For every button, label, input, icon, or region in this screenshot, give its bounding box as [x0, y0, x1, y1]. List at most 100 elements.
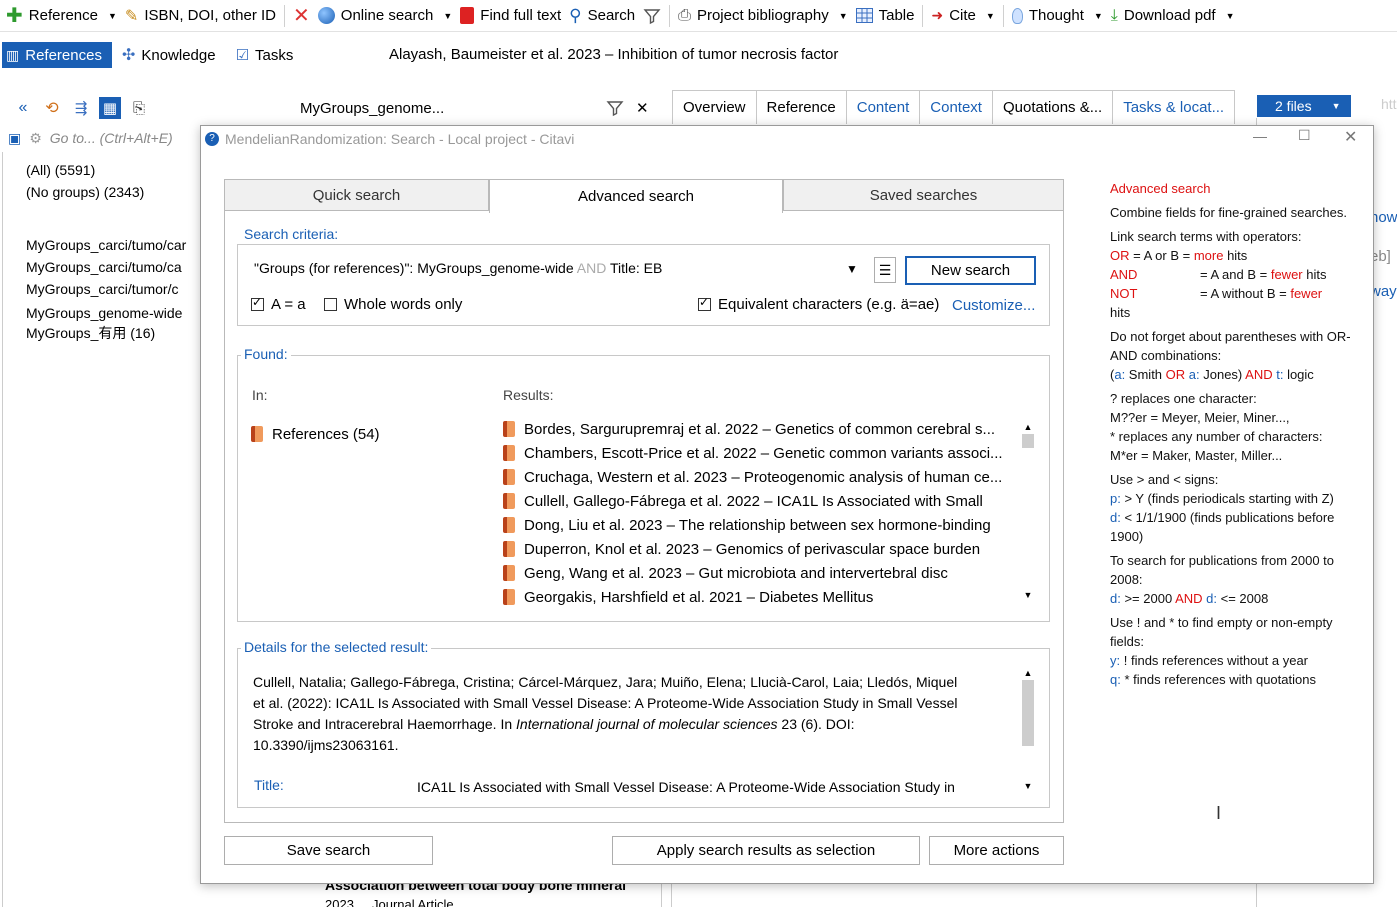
isbn-doi-button[interactable]: ✎ ISBN, DOI, other ID	[121, 2, 280, 30]
chevron-down-icon: ▼	[1331, 101, 1341, 111]
result-row[interactable]: Bordes, Sarguruprem­raj et al. 2022 – Ge…	[503, 417, 1015, 441]
toolbar-separator	[1002, 4, 1004, 27]
chevron-down-icon[interactable]: ▼	[846, 262, 858, 276]
table-icon	[855, 8, 873, 23]
goto-field[interactable]: ▣ ⚙ Go to... (Ctrl+Alt+E)	[8, 127, 200, 149]
export-icon[interactable]: ⎘	[128, 97, 150, 119]
help-title: Advanced search	[1110, 181, 1211, 196]
apply-results-button[interactable]: Apply search results as selection	[612, 836, 920, 865]
tab-saved-searches[interactable]: Saved searches	[783, 179, 1064, 211]
tab-quotations[interactable]: Quotations &...	[991, 90, 1114, 124]
result-row[interactable]: Geng, Wang et al. 2023 – Gut microbiota …	[503, 561, 1015, 585]
menu-icon[interactable]: ☰	[874, 257, 896, 283]
group-item[interactable]: MyGroups_carci/tumo/car	[26, 234, 200, 256]
chevron-down-icon[interactable]: ▼	[1021, 781, 1035, 791]
checkbox-checked[interactable]	[251, 295, 264, 311]
chevron-down-icon: ▼	[985, 10, 995, 21]
scroll-thumb[interactable]	[1022, 434, 1034, 448]
case-checkbox[interactable]: A = a	[251, 295, 306, 313]
whole-words-checkbox[interactable]: Whole words only	[324, 296, 462, 313]
tab-content[interactable]: Content	[845, 90, 921, 124]
equivalent-chars-checkbox[interactable]: Equivalent characters (e.g. ä=ae)	[698, 295, 939, 313]
tab-advanced-search[interactable]: Advanced search	[489, 179, 783, 213]
books-icon: ▥	[6, 46, 20, 63]
find-full-text-button[interactable]: Find full text	[456, 2, 565, 30]
more-actions-button[interactable]: More actions	[929, 836, 1064, 865]
save-search-button[interactable]: Save search	[224, 836, 433, 865]
customize-link[interactable]: Customize...	[952, 297, 1035, 314]
groups-view-icon[interactable]: ▦	[99, 97, 121, 119]
in-references-item[interactable]: References (54)	[251, 422, 380, 446]
group-item[interactable]: MyGroups_genome-wide	[26, 302, 200, 324]
checkbox-unchecked[interactable]	[324, 298, 337, 311]
search-button[interactable]: ⚲ Search	[565, 2, 639, 30]
table-button[interactable]: Table	[852, 2, 919, 30]
group-item[interactable]: (No groups) (2343)	[26, 181, 200, 203]
checkbox-checked[interactable]	[698, 295, 711, 311]
result-row[interactable]: Cruchaga, Western et al. 2023 – Proteoge…	[503, 465, 1015, 489]
chevron-down-icon: ▼	[838, 10, 848, 21]
nav-references[interactable]: ▥ References	[2, 42, 112, 68]
results-scrollbar[interactable]: ▲ ▼	[1021, 422, 1035, 602]
nav-tasks[interactable]: ☑ Tasks	[232, 42, 304, 68]
results-header: Results:	[503, 387, 554, 403]
filter-icon[interactable]	[606, 99, 624, 117]
chevron-up-icon[interactable]: ▲	[1021, 422, 1035, 432]
categories-icon: ▣	[8, 129, 22, 146]
filter-button[interactable]	[639, 2, 665, 30]
cite-button[interactable]: ➜ Cite ▼	[927, 2, 998, 30]
close-icon-button[interactable]: ✕	[289, 2, 314, 30]
knowledge-icon: ✣	[121, 47, 136, 64]
group-item[interactable]: (All) (5591)	[26, 159, 200, 181]
maximize-icon[interactable]: ☐	[1298, 127, 1311, 144]
toolbar-separator	[284, 4, 286, 27]
project-bibliography-button[interactable]: ⎙ Project bibliography ▼	[674, 2, 851, 30]
globe-icon	[317, 7, 335, 24]
thought-button[interactable]: Thought ▼	[1008, 2, 1107, 30]
pdf-icon	[460, 7, 475, 24]
tab-context[interactable]: Context	[919, 90, 993, 124]
cite-icon: ➜	[931, 7, 944, 23]
minimize-icon[interactable]: —	[1253, 128, 1267, 144]
group-item[interactable]: MyGroups_carci/tumo/ca	[26, 256, 200, 278]
result-row[interactable]: Georgakis, Harshfield et al. 2021 – Diab…	[503, 585, 1015, 609]
clear-filter-icon[interactable]: ✕	[636, 99, 649, 117]
result-row[interactable]: Chambers, Escott-Price et al. 2022 – Gen…	[503, 441, 1015, 465]
result-row[interactable]: Duperron, Knol et al. 2023 – Genomics of…	[503, 537, 1015, 561]
result-row[interactable]: Dong, Liu et al. 2023 – The relationship…	[503, 513, 1015, 537]
chevron-down-icon: ▼	[1225, 10, 1235, 21]
panel-divider	[671, 884, 672, 907]
toolbar-separator	[669, 4, 671, 27]
tab-reference[interactable]: Reference	[755, 90, 847, 124]
details-scrollbar[interactable]: ▲ ▼	[1021, 668, 1035, 793]
details-title-label: Title:	[254, 777, 284, 793]
results-list: Bordes, Sarguruprem­raj et al. 2022 – Ge…	[503, 417, 1015, 609]
nav-knowledge[interactable]: ✣ Knowledge	[118, 42, 226, 68]
reference-icon	[503, 517, 515, 533]
text-cursor-icon: I	[1216, 803, 1222, 823]
chevron-down-icon[interactable]: ▼	[1021, 590, 1035, 600]
tab-quick-search[interactable]: Quick search	[224, 179, 489, 211]
search-icon: ⚲	[569, 5, 582, 25]
chevron-up-icon[interactable]: ▲	[1021, 668, 1035, 678]
close-icon[interactable]: ✕	[1344, 127, 1357, 147]
citavi-icon: ?	[205, 132, 219, 146]
chevron-down-icon: ▼	[1093, 10, 1103, 21]
tab-tasks-locations[interactable]: Tasks & locat...	[1112, 90, 1236, 124]
navigate-back-icon[interactable]: ⟲	[41, 97, 63, 119]
group-item[interactable]: MyGroups_有用 (16)	[26, 322, 200, 344]
new-search-button[interactable]: New search	[905, 256, 1036, 285]
result-row[interactable]: Cullell, Gallego-Fábrega et al. 2022 – I…	[503, 489, 1015, 513]
online-search-button[interactable]: Online search ▼	[314, 2, 456, 30]
search-query-field[interactable]: "Groups (for references)": MyGroups_geno…	[254, 260, 854, 276]
files-dropdown[interactable]: 2 files ▼	[1257, 95, 1351, 117]
reference-filter[interactable]: MyGroups_genome... ✕	[300, 96, 660, 120]
collapse-icon[interactable]: «	[12, 97, 34, 119]
navigate-icon[interactable]: ⇶	[70, 97, 92, 119]
chevron-down-icon: ▼	[443, 10, 453, 21]
group-item[interactable]: MyGroups_carci/tumor/c	[26, 278, 200, 300]
add-reference-button[interactable]: ✚ Reference ▼	[2, 2, 121, 30]
tab-overview[interactable]: Overview	[672, 90, 757, 124]
download-pdf-button[interactable]: ⤓ Download pdf ▼	[1107, 2, 1239, 30]
scroll-thumb[interactable]	[1022, 680, 1034, 746]
